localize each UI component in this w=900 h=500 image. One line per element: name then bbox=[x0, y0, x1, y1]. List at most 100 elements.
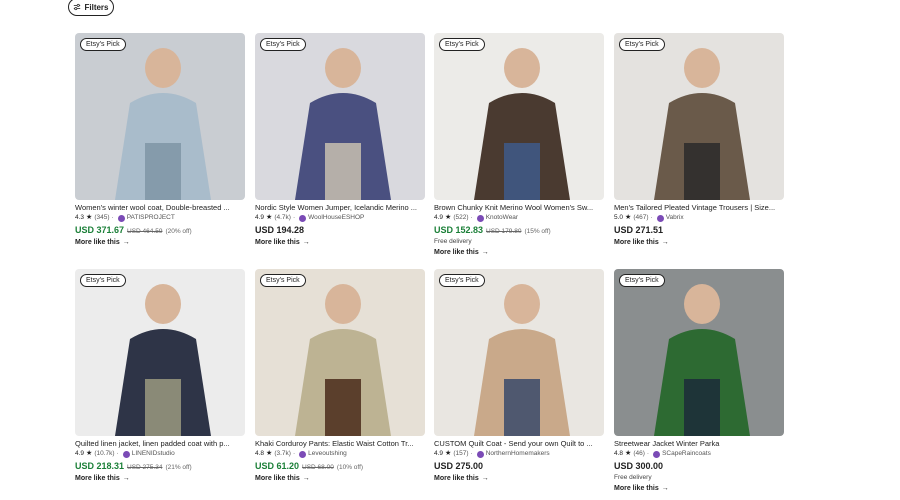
rating-value: 4.8 bbox=[255, 450, 265, 457]
discount: (21% off) bbox=[165, 464, 192, 471]
listing-card[interactable]: Etsy's Pick Streetwear Jacket Winter Park… bbox=[614, 269, 784, 495]
etsys-pick-badge: Etsy's Pick bbox=[619, 38, 665, 51]
listing-title[interactable]: Quilted linen jacket, linen padded coat … bbox=[75, 439, 245, 449]
rating-value: 4.9 bbox=[434, 214, 444, 221]
product-photo bbox=[255, 33, 425, 200]
rating-row: 4.3 ★ (345) · PATISPROJECT bbox=[75, 213, 245, 223]
more-like-this-link[interactable]: More like this → bbox=[434, 247, 604, 259]
star-icon: ★ bbox=[445, 214, 452, 221]
price-row: USD 371.67 USD 464.59 (20% off) bbox=[75, 223, 245, 237]
shop-name[interactable]: NorthernHomemakers bbox=[486, 449, 550, 459]
listing-title[interactable]: Nordic Style Women Jumper, Icelandic Mer… bbox=[255, 203, 425, 213]
more-like-this-label: More like this bbox=[255, 475, 300, 482]
listing-title[interactable]: Streetwear Jacket Winter Parka bbox=[614, 439, 784, 449]
more-like-this-label: More like this bbox=[614, 239, 659, 246]
rating-row: 4.9 ★ (4.7k) · WoolHouseESHOP bbox=[255, 213, 425, 223]
shop-icon bbox=[656, 214, 664, 222]
separator: · bbox=[111, 214, 114, 221]
shop-name[interactable]: WoolHouseESHOP bbox=[308, 213, 364, 223]
more-like-this-link[interactable]: More like this → bbox=[255, 237, 425, 249]
etsys-pick-badge: Etsy's Pick bbox=[260, 38, 306, 51]
product-photo bbox=[75, 33, 245, 200]
more-like-this-link[interactable]: More like this → bbox=[434, 473, 604, 485]
review-count: (345) bbox=[94, 214, 110, 221]
listing-title[interactable]: Women's winter wool coat, Double-breaste… bbox=[75, 203, 245, 213]
filters-button[interactable]: Filters bbox=[68, 0, 114, 16]
listing-title[interactable]: CUSTOM Quilt Coat - Send your own Quilt … bbox=[434, 439, 604, 449]
product-image[interactable]: Etsy's Pick bbox=[434, 269, 604, 436]
listing-card[interactable]: Etsy's Pick Brown Chunky Knit Merino Wool… bbox=[434, 33, 604, 259]
shop-icon bbox=[299, 450, 307, 458]
listing-card[interactable]: Etsy's Pick Quilted linen jacket, linen p… bbox=[75, 269, 245, 485]
shop-name[interactable]: Leveoutshing bbox=[308, 449, 347, 459]
rating-value: 4.3 bbox=[75, 214, 85, 221]
shop-icon bbox=[476, 214, 484, 222]
rating-value: 4.9 bbox=[75, 450, 85, 457]
separator: · bbox=[470, 450, 473, 457]
product-image[interactable]: Etsy's Pick bbox=[255, 269, 425, 436]
price-row: USD 218.31 USD 275.34 (21% off) bbox=[75, 459, 245, 473]
arrow-right-icon: → bbox=[661, 239, 669, 246]
listing-title[interactable]: Khaki Corduroy Pants: Elastic Waist Cott… bbox=[255, 439, 425, 449]
listing-card[interactable]: Etsy's Pick Nordic Style Women Jumper, Ic… bbox=[255, 33, 425, 249]
shop-name[interactable]: SCapeRaincoats bbox=[662, 449, 711, 459]
listing-card[interactable]: Etsy's Pick Men's Tailored Pleated Vintag… bbox=[614, 33, 784, 249]
product-photo bbox=[614, 269, 784, 436]
star-icon: ★ bbox=[625, 450, 632, 457]
etsys-pick-badge: Etsy's Pick bbox=[260, 274, 306, 287]
rating-value: 4.9 bbox=[255, 214, 265, 221]
rating-value: 5.0 bbox=[614, 214, 624, 221]
more-like-this-link[interactable]: More like this → bbox=[614, 483, 784, 495]
rating-row: 4.9 ★ (157) · NorthernHomemakers bbox=[434, 449, 604, 459]
rating-value: 4.8 bbox=[614, 450, 624, 457]
shop-name[interactable]: PATISPROJECT bbox=[127, 213, 175, 223]
original-price: USD 464.59 bbox=[127, 228, 163, 235]
rating-row: 4.8 ★ (3.7k) · Leveoutshing bbox=[255, 449, 425, 459]
listing-card[interactable]: Etsy's Pick Women's winter wool coat, Dou… bbox=[75, 33, 245, 249]
product-image[interactable]: Etsy's Pick bbox=[75, 269, 245, 436]
price: USD 300.00 bbox=[614, 461, 664, 471]
listing-title[interactable]: Men's Tailored Pleated Vintage Trousers … bbox=[614, 203, 784, 213]
price-row: USD 275.00 bbox=[434, 459, 604, 473]
product-image[interactable]: Etsy's Pick bbox=[614, 269, 784, 436]
more-like-this-label: More like this bbox=[75, 239, 120, 246]
separator: · bbox=[116, 450, 119, 457]
product-photo bbox=[434, 33, 604, 200]
more-like-this-link[interactable]: More like this → bbox=[614, 237, 784, 249]
shop-name[interactable]: LINENIDstudio bbox=[132, 449, 175, 459]
shop-name[interactable]: KnotoWear bbox=[486, 213, 518, 223]
sliders-icon bbox=[74, 3, 81, 11]
price: USD 61.20 bbox=[255, 461, 300, 471]
product-image[interactable]: Etsy's Pick bbox=[255, 33, 425, 200]
price: USD 194.28 bbox=[255, 225, 305, 235]
price-row: USD 194.28 bbox=[255, 223, 425, 237]
rating-row: 5.0 ★ (467) · Vabrix bbox=[614, 213, 784, 223]
shop-name[interactable]: Vabrix bbox=[666, 213, 684, 223]
rating-row: 4.8 ★ (46) · SCapeRaincoats bbox=[614, 449, 784, 459]
review-count: (157) bbox=[453, 450, 469, 457]
etsys-pick-badge: Etsy's Pick bbox=[80, 274, 126, 287]
listing-card[interactable]: Etsy's Pick Khaki Corduroy Pants: Elastic… bbox=[255, 269, 425, 485]
price-row: USD 61.20 USD 68.00 (10% off) bbox=[255, 459, 425, 473]
product-image[interactable]: Etsy's Pick bbox=[75, 33, 245, 200]
price: USD 152.83 bbox=[434, 225, 484, 235]
product-image[interactable]: Etsy's Pick bbox=[614, 33, 784, 200]
product-photo bbox=[614, 33, 784, 200]
etsys-pick-badge: Etsy's Pick bbox=[619, 274, 665, 287]
rating-row: 4.9 ★ (522) · KnotoWear bbox=[434, 213, 604, 223]
star-icon: ★ bbox=[86, 214, 93, 221]
price-row: USD 152.83 USD 179.80 (15% off) bbox=[434, 223, 604, 237]
review-count: (10.7k) bbox=[94, 450, 115, 457]
arrow-right-icon: → bbox=[122, 475, 130, 482]
listing-card[interactable]: Etsy's Pick CUSTOM Quilt Coat - Send your… bbox=[434, 269, 604, 485]
separator: · bbox=[292, 450, 296, 457]
listing-title[interactable]: Brown Chunky Knit Merino Wool Women's Sw… bbox=[434, 203, 604, 213]
arrow-right-icon: → bbox=[302, 475, 310, 482]
free-delivery: Free delivery bbox=[614, 474, 652, 481]
review-count: (46) bbox=[633, 450, 645, 457]
product-image[interactable]: Etsy's Pick bbox=[434, 33, 604, 200]
discount: (15% off) bbox=[524, 228, 551, 235]
shop-icon bbox=[117, 214, 125, 222]
price: USD 218.31 bbox=[75, 461, 125, 471]
review-count: (467) bbox=[633, 214, 649, 221]
